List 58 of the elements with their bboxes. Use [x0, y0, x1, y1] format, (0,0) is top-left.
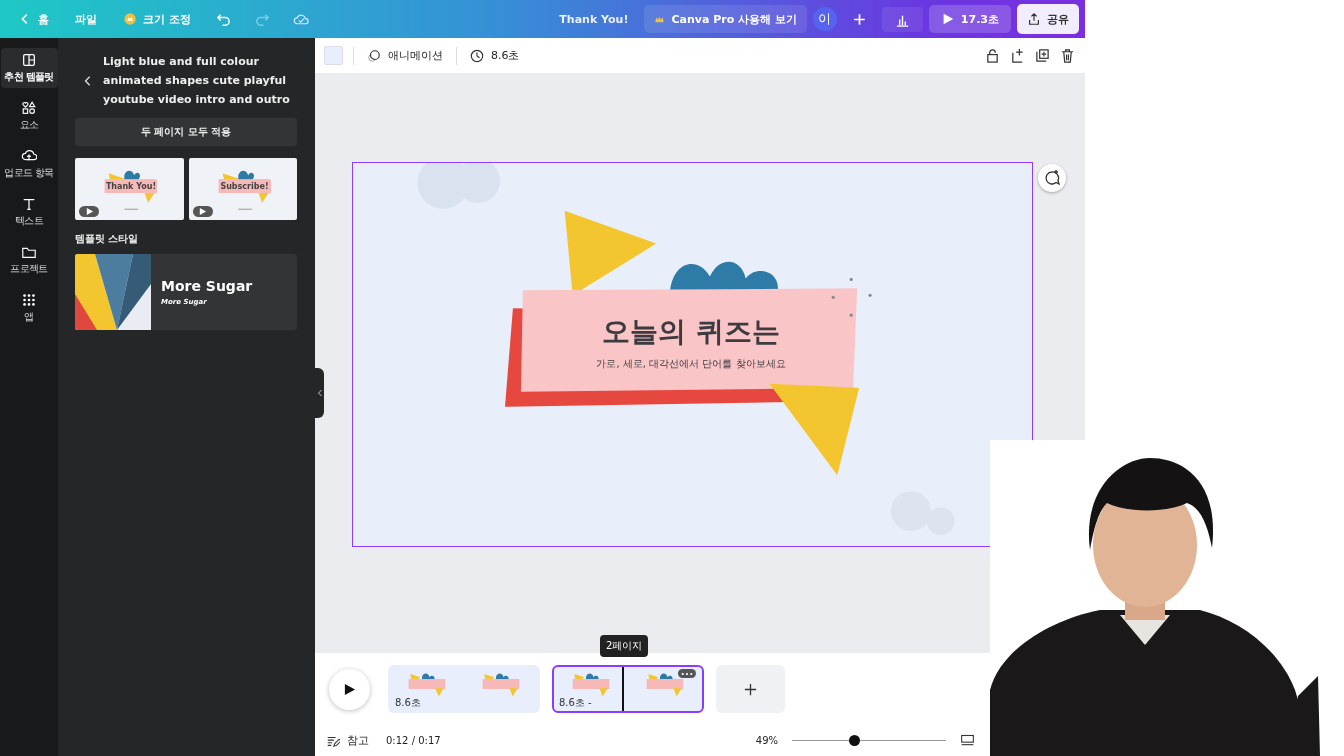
apply-both-pages-button[interactable]: 두 페이지 모두 적용 [75, 118, 297, 146]
template-title: Light blue and full colour animated shapes cute playful youtube video intro and outro [103, 54, 291, 108]
play-icon [84, 207, 94, 216]
clock-icon [470, 48, 484, 63]
play-icon [198, 207, 207, 216]
animation-button[interactable]: 애니메이션 [364, 48, 446, 63]
analytics-button[interactable] [881, 6, 923, 32]
play-button[interactable]: 17.3초 [928, 5, 1011, 33]
chevron-left-icon [316, 389, 323, 397]
slider-thumb[interactable] [848, 735, 860, 746]
dots-icon [681, 671, 693, 676]
sidebar-item[interactable]: 추천 템플릿 [0, 48, 58, 88]
play-icon [343, 682, 356, 696]
sidebar-icon [21, 196, 37, 212]
thumbnail-caption: Subscribe! [218, 180, 271, 193]
sidebar-item[interactable]: 프로젝트 [0, 240, 58, 280]
background-color-swatch[interactable] [324, 46, 343, 65]
lock-icon[interactable] [985, 48, 1000, 63]
document-title[interactable]: Thank You! [559, 12, 629, 26]
sidebar-icon [21, 52, 37, 68]
pro-trial-button[interactable]: Canva Pro 사용해 보기 [644, 5, 807, 33]
panel-collapse-handle[interactable] [315, 368, 324, 418]
template-thumbnail[interactable]: Subscribe! [188, 158, 297, 220]
section-heading: 템플릿 스타일 [75, 232, 140, 246]
add-icon [743, 681, 758, 697]
crown-icon [123, 12, 137, 26]
sidebar-item[interactable]: 텍스트 [0, 192, 58, 232]
comment-icon [1043, 169, 1061, 187]
sidebar-icon [21, 292, 37, 308]
canvas-subheading[interactable]: 가로, 세로, 대각선에서 단어를 찾아보세요 [596, 357, 786, 371]
more-options-button[interactable] [678, 669, 696, 678]
user-avatar[interactable]: 이 [812, 7, 837, 31]
page-duration: 8.6초 [395, 696, 421, 710]
canvas-heading[interactable]: 오늘의 퀴즈는 [602, 313, 780, 351]
sidebar-item[interactable]: 앱 [0, 288, 58, 328]
sidebar-item[interactable]: 업로드 항목 [0, 144, 58, 184]
zoom-percentage[interactable]: 49% [755, 735, 778, 746]
duration-button[interactable]: 8.6초 [467, 48, 523, 63]
page-tooltip: 2페이지 [600, 635, 649, 657]
upload-icon [1027, 12, 1041, 26]
style-name: More Sugar [161, 278, 253, 294]
notes-button[interactable]: 참고 [323, 733, 372, 748]
page-view-icon[interactable] [960, 733, 975, 748]
duplicate-icon[interactable] [1035, 48, 1050, 63]
circles-icon [367, 48, 381, 63]
play-button[interactable] [329, 668, 370, 710]
page-duration: 8.6초 - [559, 696, 592, 710]
design-canvas[interactable]: 오늘의 퀴즈는 가로, 세로, 대각선에서 단어를 찾아보세요 [352, 162, 1033, 547]
playback-time: 0:12 / 0:17 [386, 735, 441, 746]
sidebar-item[interactable]: 요소 [0, 96, 58, 136]
add-page-icon[interactable] [1010, 48, 1025, 63]
template-thumbnail[interactable]: Thank You! [75, 158, 184, 220]
thumbnail-caption: Thank You! [105, 180, 157, 193]
delete-icon[interactable] [1060, 48, 1075, 63]
sidebar-icon [21, 100, 37, 116]
add-comment-button[interactable] [1038, 164, 1066, 192]
share-button[interactable]: 공유 [1017, 4, 1079, 34]
timeline-page[interactable]: 8.6초 [388, 665, 540, 713]
